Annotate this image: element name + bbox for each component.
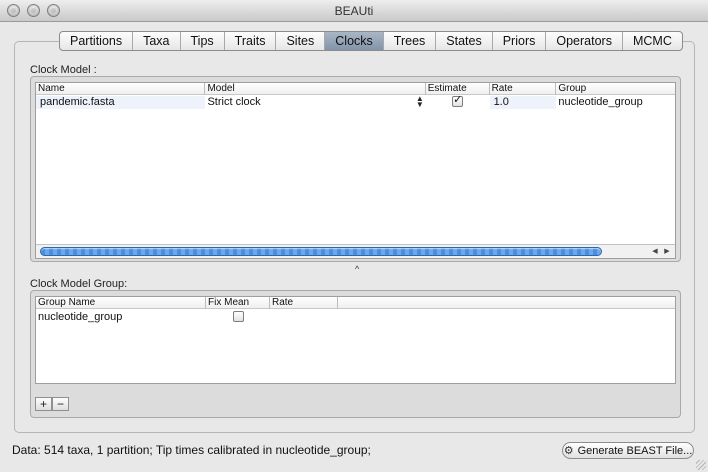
resize-grip[interactable] [696, 460, 706, 470]
tab-bar: Partitions Taxa Tips Traits Sites Clocks… [59, 31, 683, 51]
tab-traits[interactable]: Traits [225, 32, 277, 50]
tab-states[interactable]: States [436, 32, 493, 50]
gear-icon: ⚙ [563, 445, 574, 457]
fix-mean-checkbox[interactable] [232, 311, 244, 322]
clock-model-group-table: Group Name Fix Mean Rate nucleotide_grou… [35, 296, 676, 384]
column-header-empty [338, 297, 675, 309]
tab-trees[interactable]: Trees [384, 32, 437, 50]
tab-tips[interactable]: Tips [181, 32, 225, 50]
tab-sites[interactable]: Sites [276, 32, 326, 50]
status-text: Data: 514 taxa, 1 partition; Tip times c… [12, 443, 371, 457]
column-header-estimate[interactable]: Estimate [426, 83, 490, 95]
caret-up-icon[interactable]: ^ [355, 264, 359, 274]
estimate-checkbox[interactable] [452, 96, 464, 107]
scrollbar-thumb[interactable] [40, 247, 602, 256]
clock-model-table: Name Model Estimate Rate Group pandemic.… [35, 82, 676, 259]
column-header-rate[interactable]: Rate [490, 83, 557, 95]
clock-model-group-label: Clock Model Group: [30, 278, 128, 290]
title-bar: BEAUti [0, 0, 708, 22]
scroll-left-arrow-icon[interactable]: ◀ [649, 246, 661, 257]
cell-name[interactable]: pandemic.fasta [36, 96, 206, 109]
clock-model-box: Name Model Estimate Rate Group pandemic.… [30, 76, 681, 262]
tab-clocks[interactable]: Clocks [325, 32, 384, 50]
tab-operators[interactable]: Operators [546, 32, 623, 50]
beauti-window: BEAUti Clock Model : Name Model Estimate… [0, 0, 708, 472]
column-header-model[interactable]: Model [205, 83, 426, 95]
column-header-name[interactable]: Name [36, 83, 206, 95]
main-panel: Clock Model : Name Model Estimate Rate G… [14, 41, 695, 433]
tab-mcmc[interactable]: MCMC [623, 32, 682, 50]
remove-group-button[interactable]: − [52, 397, 69, 411]
clock-model-group-box: Group Name Fix Mean Rate nucleotide_grou… [30, 290, 681, 418]
generate-beast-file-button[interactable]: ⚙ Generate BEAST File... [562, 442, 694, 459]
cell-rate[interactable] [270, 311, 338, 324]
cell-fix-mean[interactable] [206, 311, 270, 324]
cell-rate[interactable]: 1.0 [489, 96, 557, 109]
table-row[interactable]: nucleotide_group [36, 311, 675, 324]
model-select-value[interactable]: Strict clock [207, 96, 260, 108]
cell-group-name[interactable]: nucleotide_group [36, 311, 206, 324]
cell-estimate[interactable] [426, 96, 490, 109]
column-header-rate[interactable]: Rate [270, 297, 338, 309]
tab-priors[interactable]: Priors [493, 32, 547, 50]
tab-taxa[interactable]: Taxa [133, 32, 181, 50]
column-header-group-name[interactable]: Group Name [36, 297, 206, 309]
add-group-button[interactable]: + [35, 397, 52, 411]
tab-partitions[interactable]: Partitions [60, 32, 134, 50]
table-row[interactable]: pandemic.fasta Strict clock ▲▼ 1.0 nucle… [36, 96, 675, 109]
column-header-fix-mean[interactable]: Fix Mean [206, 297, 270, 309]
clock-model-table-header: Name Model Estimate Rate Group [36, 83, 675, 95]
clock-model-group-table-header: Group Name Fix Mean Rate [36, 297, 675, 309]
cell-group[interactable]: nucleotide_group [556, 96, 675, 109]
scroll-right-arrow-icon[interactable]: ▶ [661, 246, 673, 257]
column-header-group[interactable]: Group [556, 83, 675, 95]
horizontal-scrollbar[interactable]: ◀ ▶ [36, 244, 675, 258]
cell-model[interactable]: Strict clock ▲ ▼ [205, 96, 425, 109]
up-down-stepper-icon[interactable]: ▲ ▼ [416, 96, 424, 109]
window-title: BEAUti [334, 4, 374, 18]
clock-model-label: Clock Model : [30, 64, 97, 76]
generate-button-label: Generate BEAST File... [577, 444, 693, 457]
